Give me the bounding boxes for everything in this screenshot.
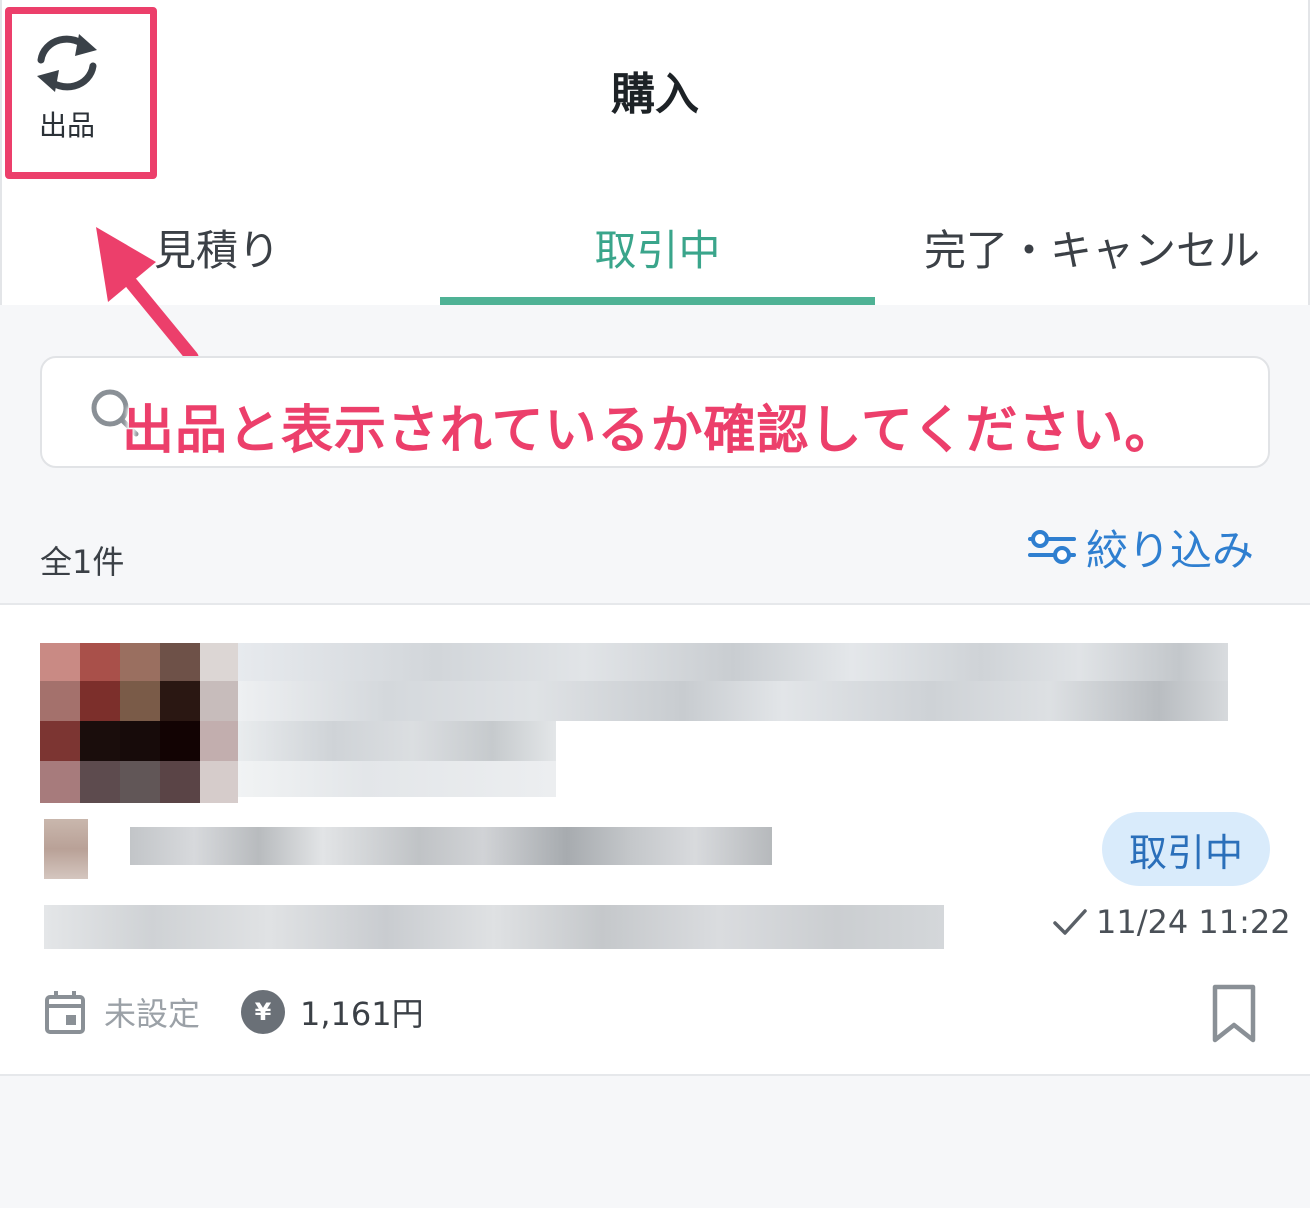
status-badge: 取引中: [1102, 812, 1270, 886]
blurred-title-line-2: [238, 681, 1228, 721]
updated-date: 11/24 11:22: [1052, 903, 1291, 941]
blurred-seller-name: [130, 827, 772, 865]
item-meta: 未設定 ¥ 1,161円: [44, 989, 424, 1035]
delivery-date: 未設定: [104, 995, 201, 1033]
date-text: 11/24 11:22: [1096, 903, 1291, 941]
page-title: 購入: [611, 69, 699, 120]
tab-in-progress[interactable]: 取引中: [440, 205, 875, 305]
tab-bar: 見積り 取引中 完了・キャンセル: [2, 205, 1308, 305]
blurred-detail-line: [44, 905, 944, 949]
blurred-avatar: [44, 819, 88, 879]
filter-button[interactable]: 絞り込み: [1026, 520, 1254, 575]
app-header: 出品 購入 見積り 取引中 完了・キャンセル: [0, 0, 1310, 305]
transaction-card[interactable]: 取引中 11/24 11:22 未設定 ¥ 1,161円: [0, 603, 1310, 1076]
check-icon: [1053, 909, 1087, 935]
tab-completed-cancelled[interactable]: 完了・キャンセル: [882, 205, 1302, 305]
annotation-highlight-box: [5, 7, 157, 179]
bookmark-icon[interactable]: [1210, 983, 1258, 1045]
yen-icon: ¥: [241, 990, 286, 1034]
annotation-text: 出品と表示されているか確認してください。: [122, 401, 1178, 461]
blurred-title-line-4: [238, 761, 556, 797]
result-count: 全1件: [40, 543, 125, 581]
price: 1,161円: [300, 995, 424, 1033]
blurred-thumbnail: [40, 643, 238, 803]
svg-text:¥: ¥: [255, 998, 272, 1026]
calendar-icon: [45, 991, 85, 1034]
sliders-icon: [1028, 530, 1076, 564]
filter-label: 絞り込み: [1086, 525, 1255, 575]
tab-estimate[interactable]: 見積り: [132, 205, 302, 305]
blurred-title-line-1: [238, 643, 1228, 681]
blurred-title-line-3: [238, 721, 556, 761]
